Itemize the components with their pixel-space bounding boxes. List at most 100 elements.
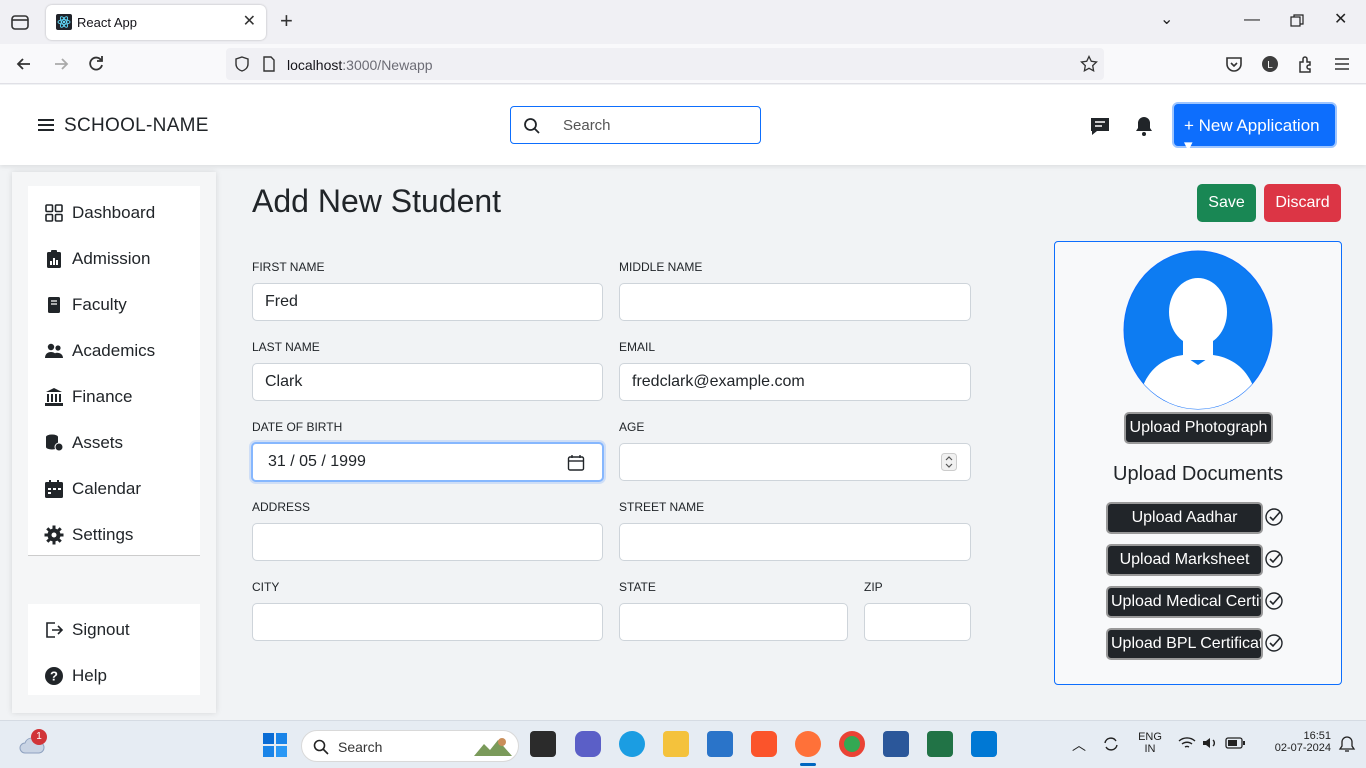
state-field[interactable] (619, 603, 848, 641)
school-brand[interactable]: SCHOOL-NAME (64, 115, 209, 137)
sidebar-item-label: Assets (72, 433, 124, 452)
street-name-label: STREET NAME (619, 500, 705, 514)
hamburger-icon[interactable] (38, 119, 54, 131)
sync-icon[interactable] (1102, 735, 1120, 753)
upload-medical-certificate-button[interactable]: Upload Medical Certificate (1106, 586, 1263, 618)
save-button[interactable]: Save (1197, 184, 1256, 222)
email-field[interactable]: fredclark@example.com (619, 363, 971, 401)
teams-icon[interactable] (575, 731, 601, 757)
sidebar-item-label: Calendar (72, 479, 141, 498)
edge-icon[interactable] (619, 731, 645, 757)
upload-bpl-certificate-button[interactable]: Upload BPL Certificate (1106, 628, 1263, 660)
upload-marksheet-button[interactable]: Upload Marksheet (1106, 544, 1263, 576)
search-icon (313, 739, 329, 755)
age-label: AGE (619, 420, 645, 434)
upload-photograph-button[interactable]: Upload Photograph (1124, 412, 1273, 444)
sidebar-item-settings[interactable]: Settings (44, 521, 133, 549)
sidebar-item-label: Settings (72, 525, 134, 544)
sidebar-item-label: Dashboard (72, 203, 156, 222)
zip-label: ZIP (864, 580, 883, 594)
url-text[interactable]: localhost:3000/Newapp (287, 57, 433, 73)
dob-label: DATE OF BIRTH (252, 420, 343, 434)
sidebar-item-finance[interactable]: Finance (44, 383, 132, 411)
address-field[interactable] (252, 523, 603, 561)
signout-icon (46, 622, 64, 638)
address-label: ADDRESS (252, 500, 311, 514)
last-name-field[interactable]: Clark (252, 363, 603, 401)
svg-text:?: ? (50, 669, 58, 684)
reload-icon[interactable] (86, 54, 106, 74)
task-view-icon[interactable] (530, 731, 556, 757)
sidebar-item-signout[interactable]: Signout (44, 616, 130, 644)
clock[interactable]: 16:51 02-07-2024 (1255, 730, 1331, 754)
sidebar-item-calendar[interactable]: Calendar (44, 475, 141, 503)
new-tab-button[interactable]: + (280, 10, 293, 32)
windows-start-icon[interactable] (263, 733, 287, 757)
sidebar-bottom: Signout ? Help (28, 604, 200, 695)
first-name-field[interactable]: Fred (252, 283, 603, 321)
chevron-down-icon[interactable]: ⌄ (1160, 10, 1173, 30)
sidebar-item-faculty[interactable]: Faculty (44, 291, 127, 319)
wifi-icon[interactable] (1178, 735, 1196, 751)
extensions-icon[interactable] (1296, 54, 1316, 74)
sidebar-item-help[interactable]: ? Help (44, 662, 107, 690)
page-icon[interactable] (262, 56, 276, 72)
forward-icon[interactable] (51, 54, 71, 74)
pocket-icon[interactable] (1224, 54, 1244, 74)
date-of-birth-field[interactable]: 31 / 05 / 1999 (251, 442, 604, 482)
sidebar-item-admission[interactable]: Admission (44, 245, 150, 273)
shield-icon[interactable] (234, 56, 250, 72)
menu-icon[interactable] (1332, 54, 1352, 74)
back-icon[interactable] (14, 54, 34, 74)
sidebar-item-label: Finance (72, 387, 133, 406)
firefox-icon[interactable] (795, 731, 821, 757)
vscode-icon[interactable] (971, 731, 997, 757)
sidebar-item-academics[interactable]: Academics (44, 337, 155, 365)
sidebar: Dashboard Admission Faculty Academics Fi… (12, 172, 216, 713)
tray-overflow-icon[interactable]: ︿ (1072, 735, 1086, 755)
chrome-icon[interactable] (839, 731, 865, 757)
mail-icon[interactable] (707, 731, 733, 757)
notification-badge: 1 (31, 729, 47, 745)
search-highlight-icon (474, 738, 512, 756)
notification-bell-icon[interactable] (1338, 735, 1356, 753)
close-window-icon[interactable]: ✕ (1334, 10, 1347, 30)
sidebar-item-dashboard[interactable]: Dashboard (44, 199, 155, 227)
browser-tabstrip: React App ✕ + ⌄ — ✕ (0, 0, 1366, 44)
number-spinner-icon[interactable] (941, 453, 957, 471)
language-indicator[interactable]: ENG IN (1137, 731, 1163, 755)
brave-icon[interactable] (751, 731, 777, 757)
sidebar-item-assets[interactable]: Assets (44, 429, 123, 457)
discard-button[interactable]: Discard (1264, 184, 1341, 222)
chat-icon[interactable] (1089, 115, 1111, 137)
battery-icon[interactable] (1225, 737, 1245, 749)
middle-name-field[interactable] (619, 283, 971, 321)
minimize-icon[interactable]: — (1244, 10, 1260, 30)
coins-icon (46, 434, 64, 452)
calendar-icon[interactable] (567, 454, 585, 472)
age-field[interactable] (619, 443, 971, 481)
tab-list-icon[interactable] (10, 12, 30, 32)
gear-icon (44, 525, 64, 545)
account-avatar-icon[interactable]: L (1260, 54, 1280, 74)
address-bar[interactable]: localhost:3000/Newapp (226, 48, 1104, 80)
tab-title: React App (77, 15, 137, 30)
zip-field[interactable] (864, 603, 971, 641)
last-name-label: LAST NAME (252, 340, 320, 354)
bank-icon (45, 388, 63, 406)
bell-icon[interactable] (1133, 115, 1155, 137)
volume-icon[interactable] (1201, 735, 1219, 751)
taskbar-search[interactable]: Search (301, 730, 519, 762)
file-explorer-icon[interactable] (663, 731, 689, 757)
street-name-field[interactable] (619, 523, 971, 561)
new-application-button[interactable]: + New Application ▾ (1172, 102, 1337, 155)
browser-tab[interactable]: React App ✕ (46, 5, 266, 40)
upload-aadhar-button[interactable]: Upload Aadhar (1106, 502, 1263, 534)
restore-icon[interactable] (1290, 14, 1304, 28)
search-input[interactable]: Search (510, 106, 761, 144)
city-field[interactable] (252, 603, 603, 641)
word-icon[interactable] (883, 731, 909, 757)
close-tab-icon[interactable]: ✕ (243, 14, 256, 30)
excel-icon[interactable] (927, 731, 953, 757)
bookmark-star-icon[interactable] (1080, 55, 1098, 73)
